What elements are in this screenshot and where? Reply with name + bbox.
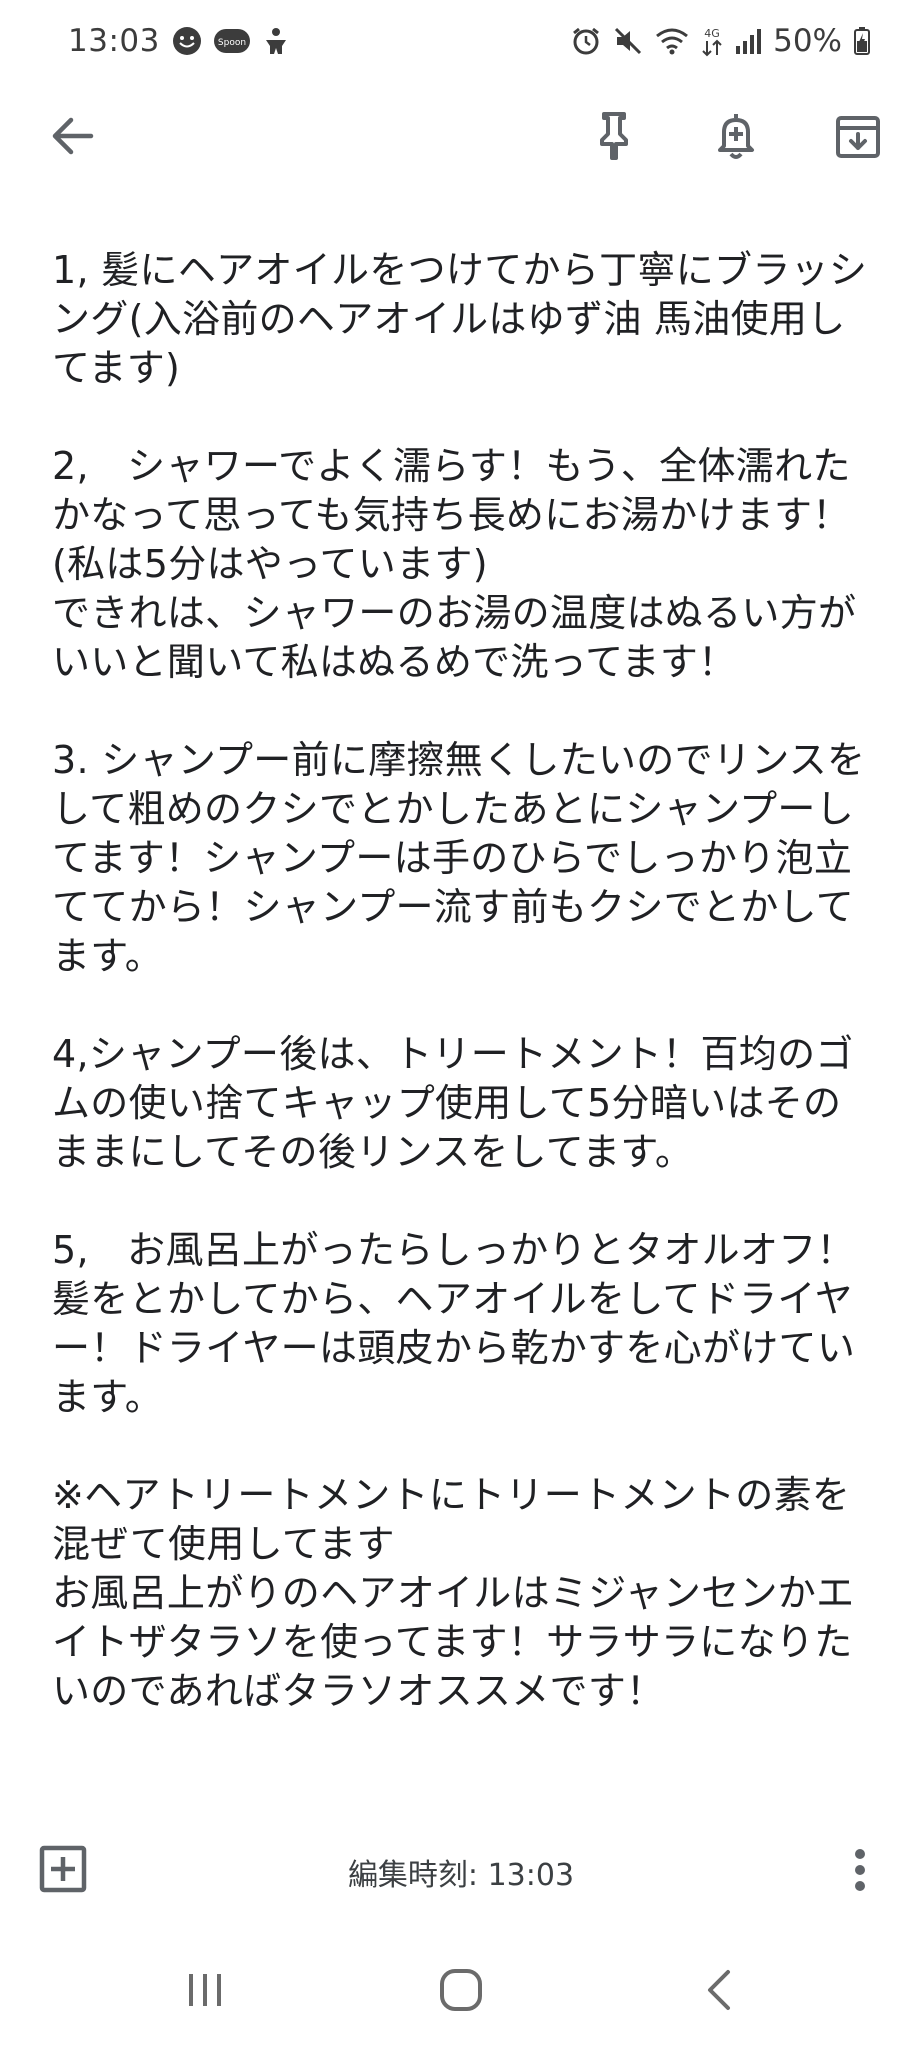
reminder-bell-icon (718, 114, 754, 159)
mobile-data-icon: 4G (701, 25, 723, 57)
status-left: 13:03 Spoon (68, 23, 290, 59)
note-paragraph-5[interactable]: 5, お風呂上がったらしっかりとタオルオフ！髪をとかしてから、ヘアオイルをしてド… (52, 1226, 872, 1422)
pin-icon (600, 112, 628, 160)
note-paragraph-6[interactable]: ※ヘアトリートメントにトリートメントの素を混ぜて使用してます お風呂上がりのヘア… (52, 1471, 872, 1716)
status-time: 13:03 (68, 23, 160, 59)
note-paragraph-2[interactable]: 2, シャワーでよく濡らす！もう、全体濡れたかなって思っても気持ち長めにお湯かけ… (52, 442, 872, 687)
back-button[interactable] (44, 108, 100, 164)
smiley-icon (172, 26, 202, 56)
recents-button[interactable] (170, 1960, 240, 2020)
note-bottom-bar: 編集時刻: 13:03 (0, 1832, 922, 1912)
note-paragraph-4[interactable]: 4,シャンプー後は、トリートメント！百均のゴムの使い捨てキャップ使用して5分暗い… (52, 1030, 872, 1177)
note-paragraph-1[interactable]: 1, 髪にヘアオイルをつけてから丁寧にブラッシング(入浴前のヘアオイルはゆず油 … (52, 246, 872, 393)
archive-icon (836, 116, 880, 158)
more-options-button[interactable] (840, 1840, 880, 1900)
spoon-app-icon: Spoon (213, 29, 250, 53)
home-button[interactable] (426, 1960, 496, 2020)
status-right: 4G 50% (571, 23, 870, 59)
status-bar: 13:03 Spoon 4G 50% (0, 0, 922, 82)
nav-back-button[interactable] (684, 1960, 754, 2020)
signal-icon (735, 28, 762, 54)
notes-screen: 13:03 Spoon 4G 50% 1, 髪にヘアオイルをつけてから丁寧にブラ… (0, 0, 922, 2048)
reminder-button[interactable] (708, 108, 764, 164)
back-arrow-icon (52, 117, 94, 155)
pin-button[interactable] (586, 108, 642, 164)
mute-icon (613, 26, 643, 56)
battery-icon (854, 27, 870, 55)
spoon-label: Spoon (218, 38, 246, 48)
accessibility-icon (262, 26, 290, 56)
note-paragraph-3[interactable]: 3. シャンプー前に摩擦無くしたいのでリンスをして粗めのクシでとかしたあとにシャ… (52, 736, 872, 981)
system-nav-bar (0, 1930, 922, 2048)
note-toolbar (0, 92, 922, 176)
battery-percent: 50% (773, 23, 842, 59)
note-body[interactable]: 1, 髪にヘアオイルをつけてから丁寧にブラッシング(入浴前のヘアオイルはゆず油 … (52, 246, 872, 1716)
network-label: 4G (704, 27, 720, 40)
home-icon (440, 1969, 482, 2011)
archive-button[interactable] (830, 108, 886, 164)
more-vert-icon (855, 1849, 865, 1891)
nav-back-icon (708, 1970, 730, 2010)
recents-icon (189, 1974, 221, 2006)
alarm-icon (571, 26, 601, 56)
wifi-icon (655, 27, 689, 55)
edited-time-label: 編集時刻: 13:03 (347, 1858, 575, 1893)
